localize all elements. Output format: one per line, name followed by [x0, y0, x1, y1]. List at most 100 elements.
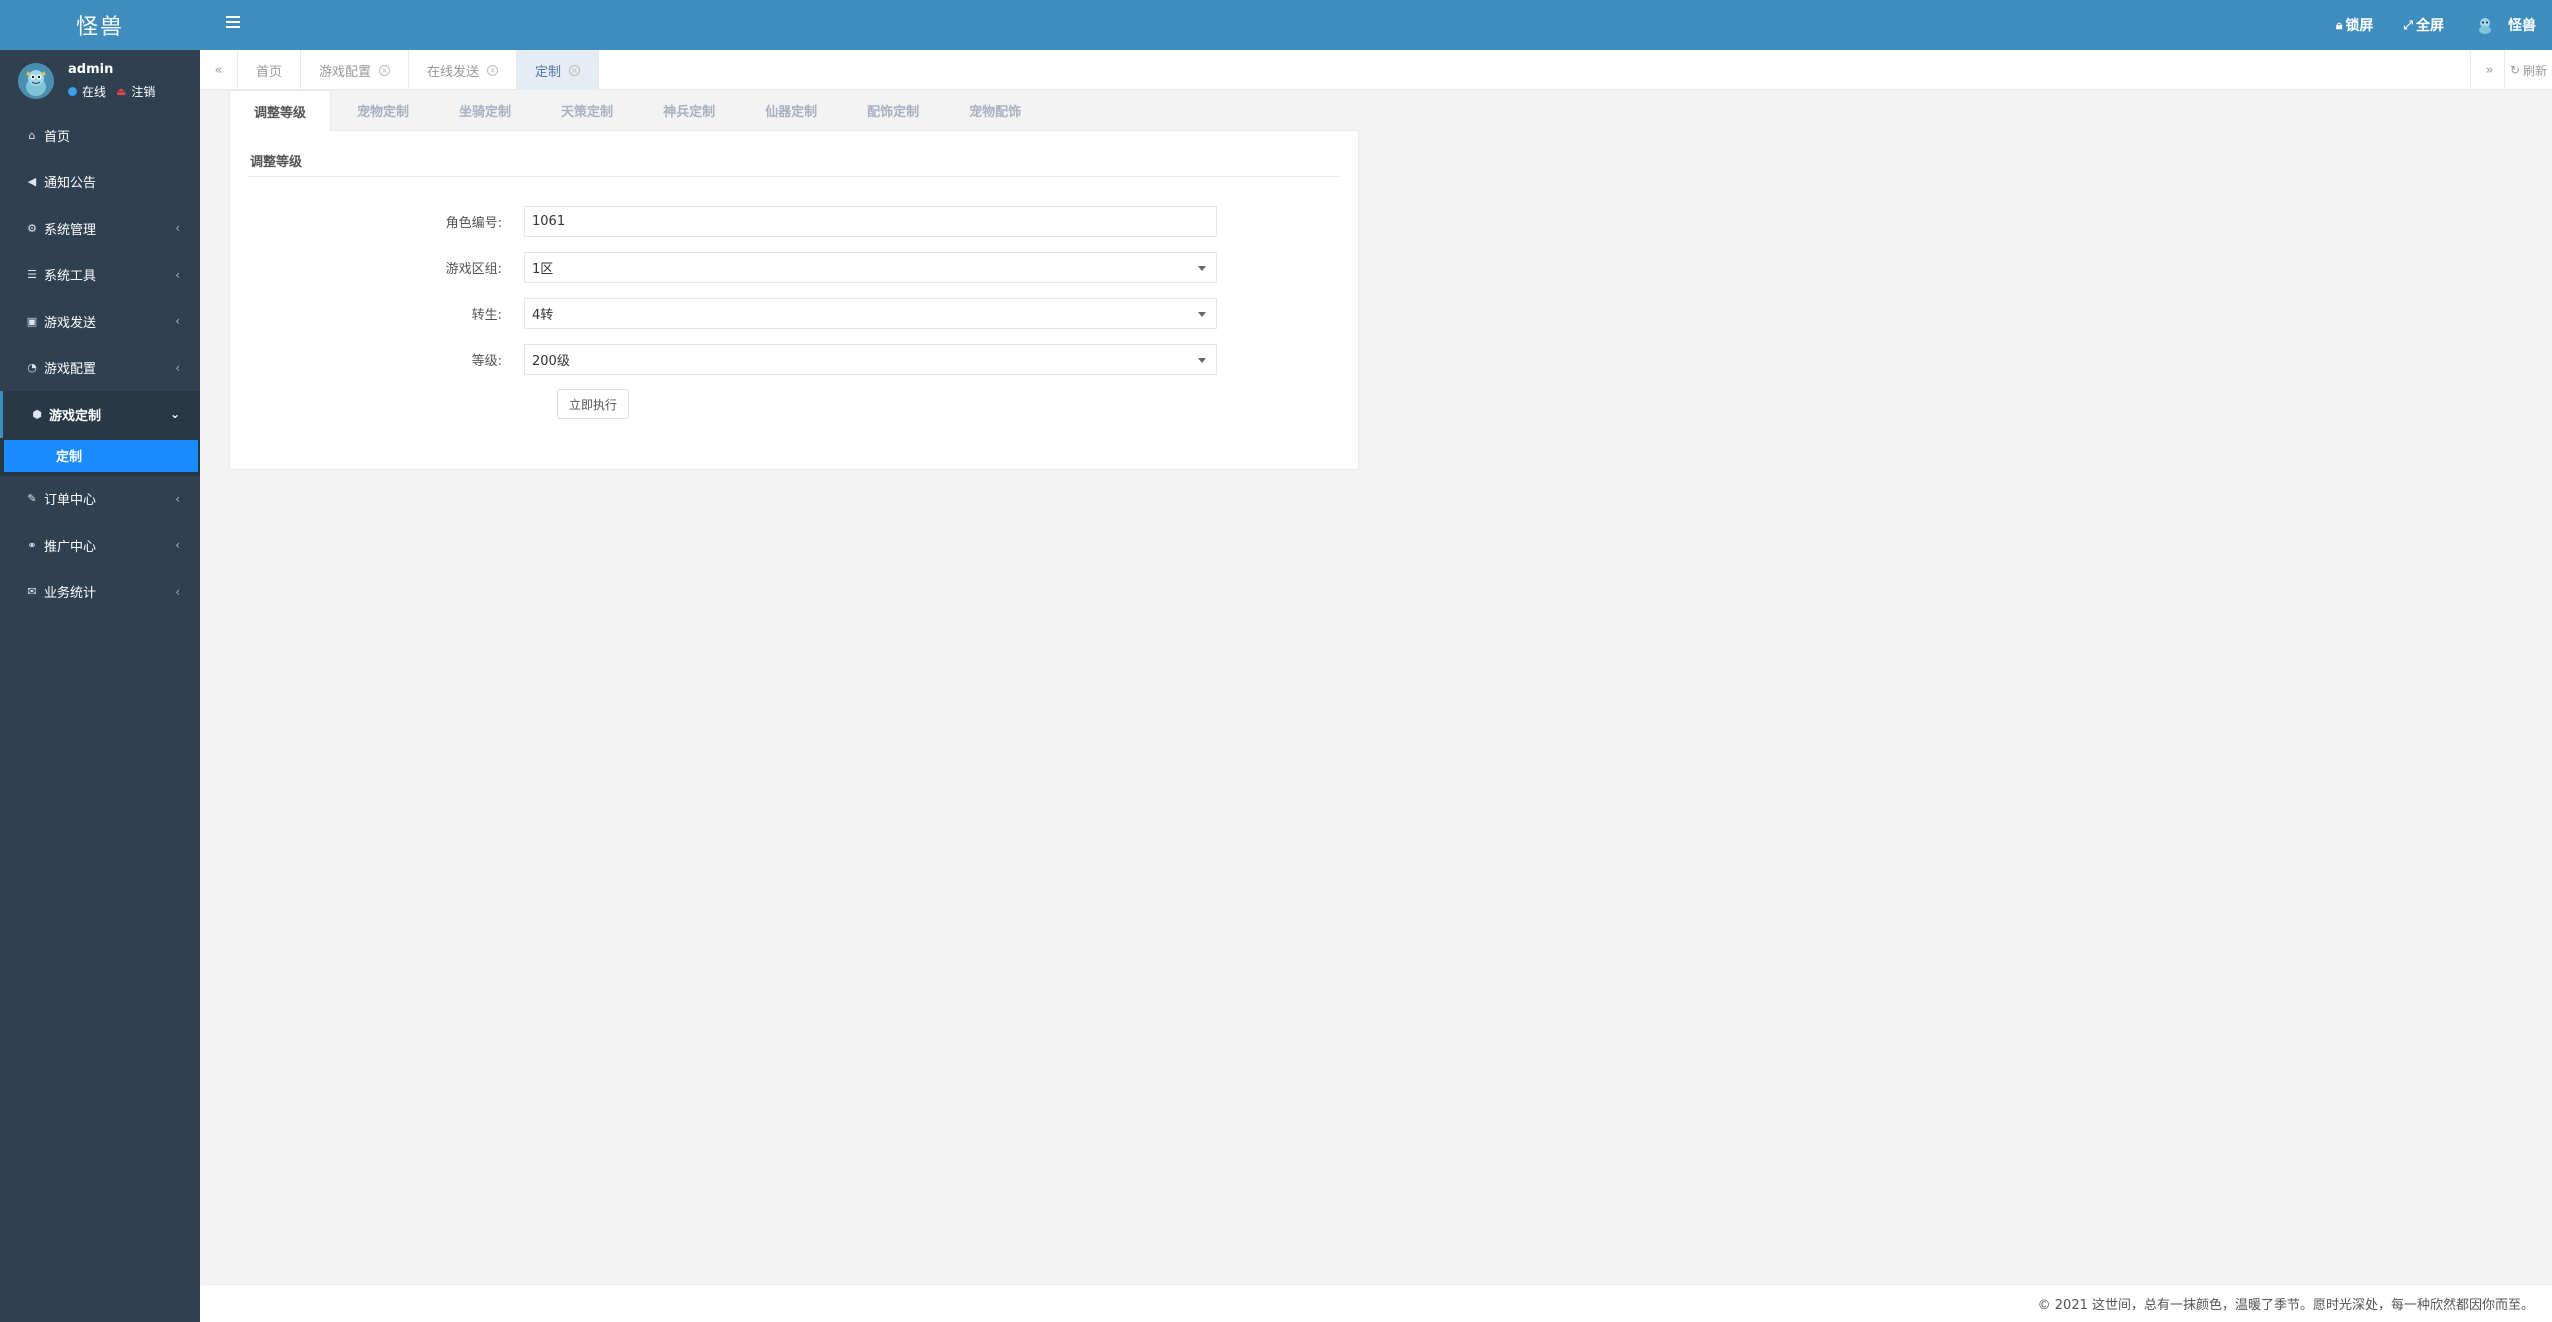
page-tab-custom[interactable]: 定制 × — [517, 50, 600, 90]
sidebar-item-promotion-center[interactable]: ⚭ 推广中心 ‹ — [0, 522, 200, 569]
chevron-left-icon: ‹ — [175, 491, 180, 506]
chevron-left-icon: ‹ — [175, 538, 180, 553]
sidebar-item-label: 系统工具 — [44, 269, 97, 285]
brand-logo[interactable]: 怪兽 — [0, 0, 200, 50]
sidebar-menu: ⌂ 首页 ◀ 通知公告 ⚙ 系统管理 ‹ ☰ 系统工具 ‹ ▣ 游戏发送 ‹ ◔… — [0, 112, 200, 615]
page-tab-label: 定制 — [535, 64, 562, 80]
lock-screen-button[interactable]: 🔒︎ 锁屏 — [2336, 15, 2373, 35]
chevron-left-icon: ‹ — [175, 267, 180, 282]
sidebar-item-notice[interactable]: ◀ 通知公告 — [0, 159, 200, 206]
sidebar-item-system-management[interactable]: ⚙ 系统管理 ‹ — [0, 205, 200, 252]
tab-accessory-custom[interactable]: 配饰定制 — [843, 90, 943, 130]
page-tab-label: 游戏配置 — [319, 64, 372, 80]
gear-icon: ⚙ — [27, 221, 37, 235]
handshake-icon: ⚭ — [27, 538, 37, 552]
fullscreen-button[interactable]: ⤢ 全屏 — [2403, 15, 2444, 35]
sidebar-item-order-center[interactable]: ✎ 订单中心 ‹ — [0, 476, 200, 523]
tabs-scroll-right-button[interactable]: » — [2470, 50, 2508, 90]
caret-down-icon — [1198, 312, 1206, 317]
tab-adjust-level[interactable]: 调整等级 — [229, 90, 332, 131]
level-select[interactable]: 200级 — [524, 344, 1217, 375]
form-row-role-id: 角色编号: 1061 — [248, 205, 1340, 238]
chevron-down-icon: ⌄ — [169, 407, 180, 422]
cube-icon: ⬢ — [32, 407, 42, 421]
form-row-rebirth: 转生: 4转 — [248, 297, 1340, 330]
sidebar-submenu: 定制 — [0, 437, 200, 476]
sidebar-item-game-send[interactable]: ▣ 游戏发送 ‹ — [0, 298, 200, 345]
gift-icon: ▣ — [26, 314, 38, 328]
double-chevron-right-icon: » — [2485, 62, 2494, 78]
sidebar-item-label: 游戏发送 — [44, 315, 97, 331]
caret-down-icon — [1198, 266, 1206, 271]
logout-link[interactable]: 注销 — [131, 83, 155, 100]
page-tab-game-config[interactable]: 游戏配置 × — [301, 50, 410, 90]
chevron-left-icon: ‹ — [175, 584, 180, 599]
page-tab-home[interactable]: 首页 — [238, 50, 302, 90]
role-id-input[interactable]: 1061 — [524, 206, 1217, 237]
sidebar-item-label: 游戏定制 — [49, 408, 102, 424]
refresh-button[interactable]: ↻ 刷新 — [2504, 50, 2552, 90]
sidebar-item-label: 推广中心 — [44, 539, 97, 555]
page-tab-online-send[interactable]: 在线发送 × — [409, 50, 518, 90]
sidebar-subitem-custom[interactable]: 定制 — [4, 439, 198, 472]
level-value: 200级 — [532, 354, 570, 369]
top-header: 🔒︎ 锁屏 ⤢ 全屏 怪兽 — [200, 0, 2552, 50]
user-avatar[interactable] — [18, 63, 54, 99]
page-tab-label: 首页 — [256, 64, 283, 80]
content-tabs: 调整等级 宠物定制 坐骑定制 天策定制 神兵定制 仙器定制 配饰定制 宠物配饰 — [229, 90, 1359, 131]
close-icon[interactable]: × — [569, 64, 581, 76]
double-chevron-left-icon: « — [214, 62, 223, 78]
tab-tiance-custom[interactable]: 天策定制 — [537, 90, 637, 130]
role-id-label: 角色编号: — [445, 216, 502, 231]
form-row-level: 等级: 200级 — [248, 343, 1340, 376]
zone-label: 游戏区组: — [445, 262, 502, 277]
rebirth-select[interactable]: 4转 — [524, 298, 1217, 329]
header-avatar — [2474, 14, 2496, 36]
caret-down-icon — [1198, 358, 1206, 363]
sidebar-item-label: 订单中心 — [44, 493, 97, 509]
user-panel: admin 在线 ⏏ 注销 — [0, 50, 200, 112]
tab-artifact-custom[interactable]: 仙器定制 — [741, 90, 841, 130]
page-tabs-bar: « 首页 游戏配置 × 在线发送 × 定制 × » ↻ 刷新 — [200, 50, 2552, 90]
refresh-label: 刷新 — [2523, 63, 2548, 78]
sidebar-item-home[interactable]: ⌂ 首页 — [0, 112, 200, 159]
tab-weapon-custom[interactable]: 神兵定制 — [639, 90, 739, 130]
sidebar-item-label: 通知公告 — [44, 176, 97, 192]
header-username: 怪兽 — [2508, 18, 2536, 34]
tab-pet-custom[interactable]: 宠物定制 — [333, 90, 433, 130]
sidebar-item-game-config[interactable]: ◔ 游戏配置 ‹ — [0, 345, 200, 392]
rebirth-value: 4转 — [532, 308, 554, 323]
sign-out-icon[interactable]: ⏏ — [116, 85, 126, 98]
brush-icon: ✎ — [27, 492, 37, 506]
menu-toggle-icon[interactable] — [226, 16, 240, 30]
fullscreen-label: 全屏 — [2416, 18, 2444, 34]
chevron-left-icon: ‹ — [175, 314, 180, 329]
sidebar-item-business-stats[interactable]: ✉ 业务统计 ‹ — [0, 569, 200, 616]
user-menu[interactable]: 怪兽 — [2474, 14, 2536, 36]
refresh-icon: ↻ — [2509, 63, 2521, 77]
online-status-icon — [68, 87, 77, 96]
footer-text: © 2021 这世间，总有一抹颜色，温暖了季节。愿时光深处，每一种欣然都因你而至… — [2037, 1298, 2534, 1313]
rebirth-label: 转生: — [471, 308, 502, 323]
tab-mount-custom[interactable]: 坐骑定制 — [435, 90, 535, 130]
sidebar: 怪兽 admin 在线 ⏏ 注销 ⌂ 首页 ◀ 通知公告 ⚙ 系统管理 ‹ ☰ … — [0, 0, 200, 1322]
user-name: admin — [68, 62, 114, 77]
close-icon[interactable]: × — [487, 64, 499, 76]
level-label: 等级: — [471, 354, 502, 369]
sidebar-item-label: 系统管理 — [44, 222, 97, 238]
close-icon[interactable]: × — [379, 64, 391, 76]
zone-select[interactable]: 1区 — [524, 252, 1217, 283]
tab-pet-accessory[interactable]: 宠物配饰 — [945, 90, 1045, 130]
sidebar-item-system-tools[interactable]: ☰ 系统工具 ‹ — [0, 252, 200, 299]
online-status-label: 在线 — [82, 85, 107, 99]
execute-button[interactable]: 立即执行 — [557, 389, 630, 419]
form-row-zone: 游戏区组: 1区 — [248, 251, 1340, 284]
panel-title: 调整等级 — [248, 151, 1340, 177]
tabs-scroll-left-button[interactable]: « — [200, 50, 238, 90]
sidebar-item-label: 业务统计 — [44, 586, 97, 602]
lock-icon: 🔒︎ — [2336, 17, 2343, 32]
home-icon: ⌂ — [28, 128, 36, 142]
sidebar-item-game-custom[interactable]: ⬢ 游戏定制 ⌄ — [0, 391, 200, 438]
bars-icon: ☰ — [27, 268, 37, 282]
zone-value: 1区 — [532, 262, 554, 277]
